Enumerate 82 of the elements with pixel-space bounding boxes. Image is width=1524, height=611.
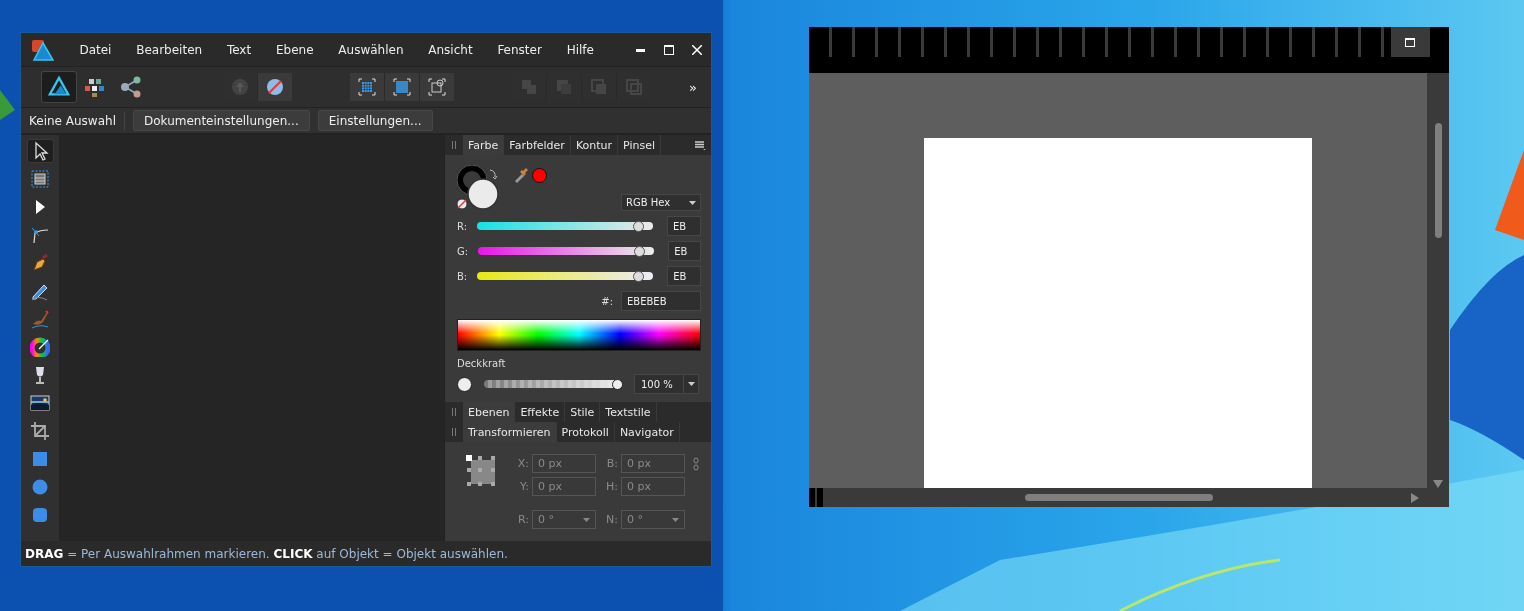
upload-icon [230, 77, 250, 97]
menu-item[interactable]: Ansicht [415, 42, 485, 57]
field-label: Y: [519, 480, 529, 493]
pen-icon [30, 253, 50, 273]
panel-tab[interactable]: Farbfelder [504, 135, 571, 155]
channel-label: R: [457, 220, 467, 232]
node-icon [30, 225, 50, 245]
settings-button[interactable]: Dokumenteinstellungen... [132, 110, 310, 131]
share-nodes-icon [119, 75, 143, 99]
eyedropper-icon[interactable] [513, 167, 529, 183]
opacity-label: Deckkraft [457, 358, 507, 369]
menu-item[interactable]: Text [214, 42, 264, 57]
color-mode-dropdown[interactable]: RGB Hex [621, 194, 701, 211]
channel-value-field[interactable]: EB [668, 241, 701, 261]
menu-item[interactable]: Bearbeiten [123, 42, 215, 57]
opacity-field[interactable]: 100 % [634, 374, 699, 394]
artboard-icon [30, 169, 50, 189]
caret-icon [583, 517, 590, 522]
brush-icon [30, 309, 50, 329]
no-fill-icon [265, 77, 285, 97]
slider-thumb[interactable] [633, 270, 645, 282]
color-spectrum[interactable] [457, 319, 701, 351]
circle-icon [30, 477, 50, 497]
square-icon [30, 449, 50, 469]
toolbar-button[interactable] [350, 73, 384, 101]
panel-tab[interactable]: Farbe [463, 135, 505, 155]
menu-item[interactable]: Ebene [263, 42, 326, 57]
slider-thumb[interactable] [612, 378, 623, 390]
slider-thumb[interactable] [632, 220, 644, 232]
menu-icon[interactable] [694, 140, 706, 150]
grip-icon [452, 408, 456, 416]
hex-label: #: [601, 295, 613, 307]
horizontal-scrollbar[interactable] [809, 488, 1449, 507]
channel-value-field[interactable]: EB [667, 266, 701, 286]
toolbar-button[interactable] [258, 73, 292, 101]
select-all-icon [357, 77, 377, 97]
channel-label: B: [457, 270, 468, 282]
color-wheel-icon [30, 337, 50, 357]
rounded-square-icon [30, 505, 50, 525]
channel-label: G: [457, 245, 469, 257]
caret-icon [687, 382, 695, 386]
field-label: B: [605, 457, 618, 470]
settings-button[interactable]: Einstellungen... [317, 110, 433, 131]
scrollbar-thumb[interactable] [1025, 494, 1213, 501]
panel-tab[interactable]: Pinsel [618, 135, 662, 155]
menu-item[interactable]: Fenster [485, 42, 555, 57]
field-label: N: [605, 513, 618, 526]
tool-button[interactable] [26, 139, 54, 163]
grip-icon [452, 428, 456, 436]
toolbar-button[interactable] [385, 73, 419, 101]
field-label: R: [517, 513, 529, 526]
color-swatch[interactable] [532, 167, 547, 183]
hex-field[interactable]: EBEBEB [621, 291, 701, 311]
channel-value-field[interactable]: EB [667, 216, 701, 236]
panel-tab[interactable]: Transformieren [463, 422, 557, 442]
scrollbar-thumb[interactable] [1434, 123, 1442, 238]
maximize-icon[interactable] [1405, 37, 1415, 47]
caret-icon [672, 517, 679, 522]
panel-tab[interactable]: Kontur [570, 135, 619, 155]
persona-button[interactable] [41, 71, 77, 103]
field-label: H: [605, 480, 618, 493]
leaf-wallpaper-shape [0, 90, 15, 120]
menu-item[interactable]: Hilfe [554, 42, 607, 57]
panel-tab[interactable]: Ebenen [463, 402, 516, 422]
toolbar-button[interactable] [420, 73, 454, 101]
selection-label: Keine Auswahl [29, 113, 116, 128]
menu-item[interactable]: Auswählen [325, 42, 416, 57]
link-icon[interactable] [693, 456, 699, 471]
app-logo-icon [32, 38, 54, 61]
opacity-preview-dot [457, 376, 472, 392]
caret-icon [689, 200, 696, 205]
scroll-right-icon[interactable] [1411, 492, 1419, 503]
grip-icon [452, 141, 456, 149]
field-label: X: [516, 457, 529, 470]
crop-icon [30, 421, 50, 441]
select-shape-icon [427, 77, 447, 97]
image-icon [30, 393, 50, 413]
menu-item[interactable]: Datei [67, 42, 124, 57]
overflow-button[interactable]: » [683, 78, 703, 96]
select-pixels-icon [392, 77, 412, 97]
status-text: DRAG = Per Auswahlrahmen markieren. CLICK auf Objekt = Objekt auswählen. [25, 546, 508, 561]
slider-thumb[interactable] [634, 245, 646, 257]
